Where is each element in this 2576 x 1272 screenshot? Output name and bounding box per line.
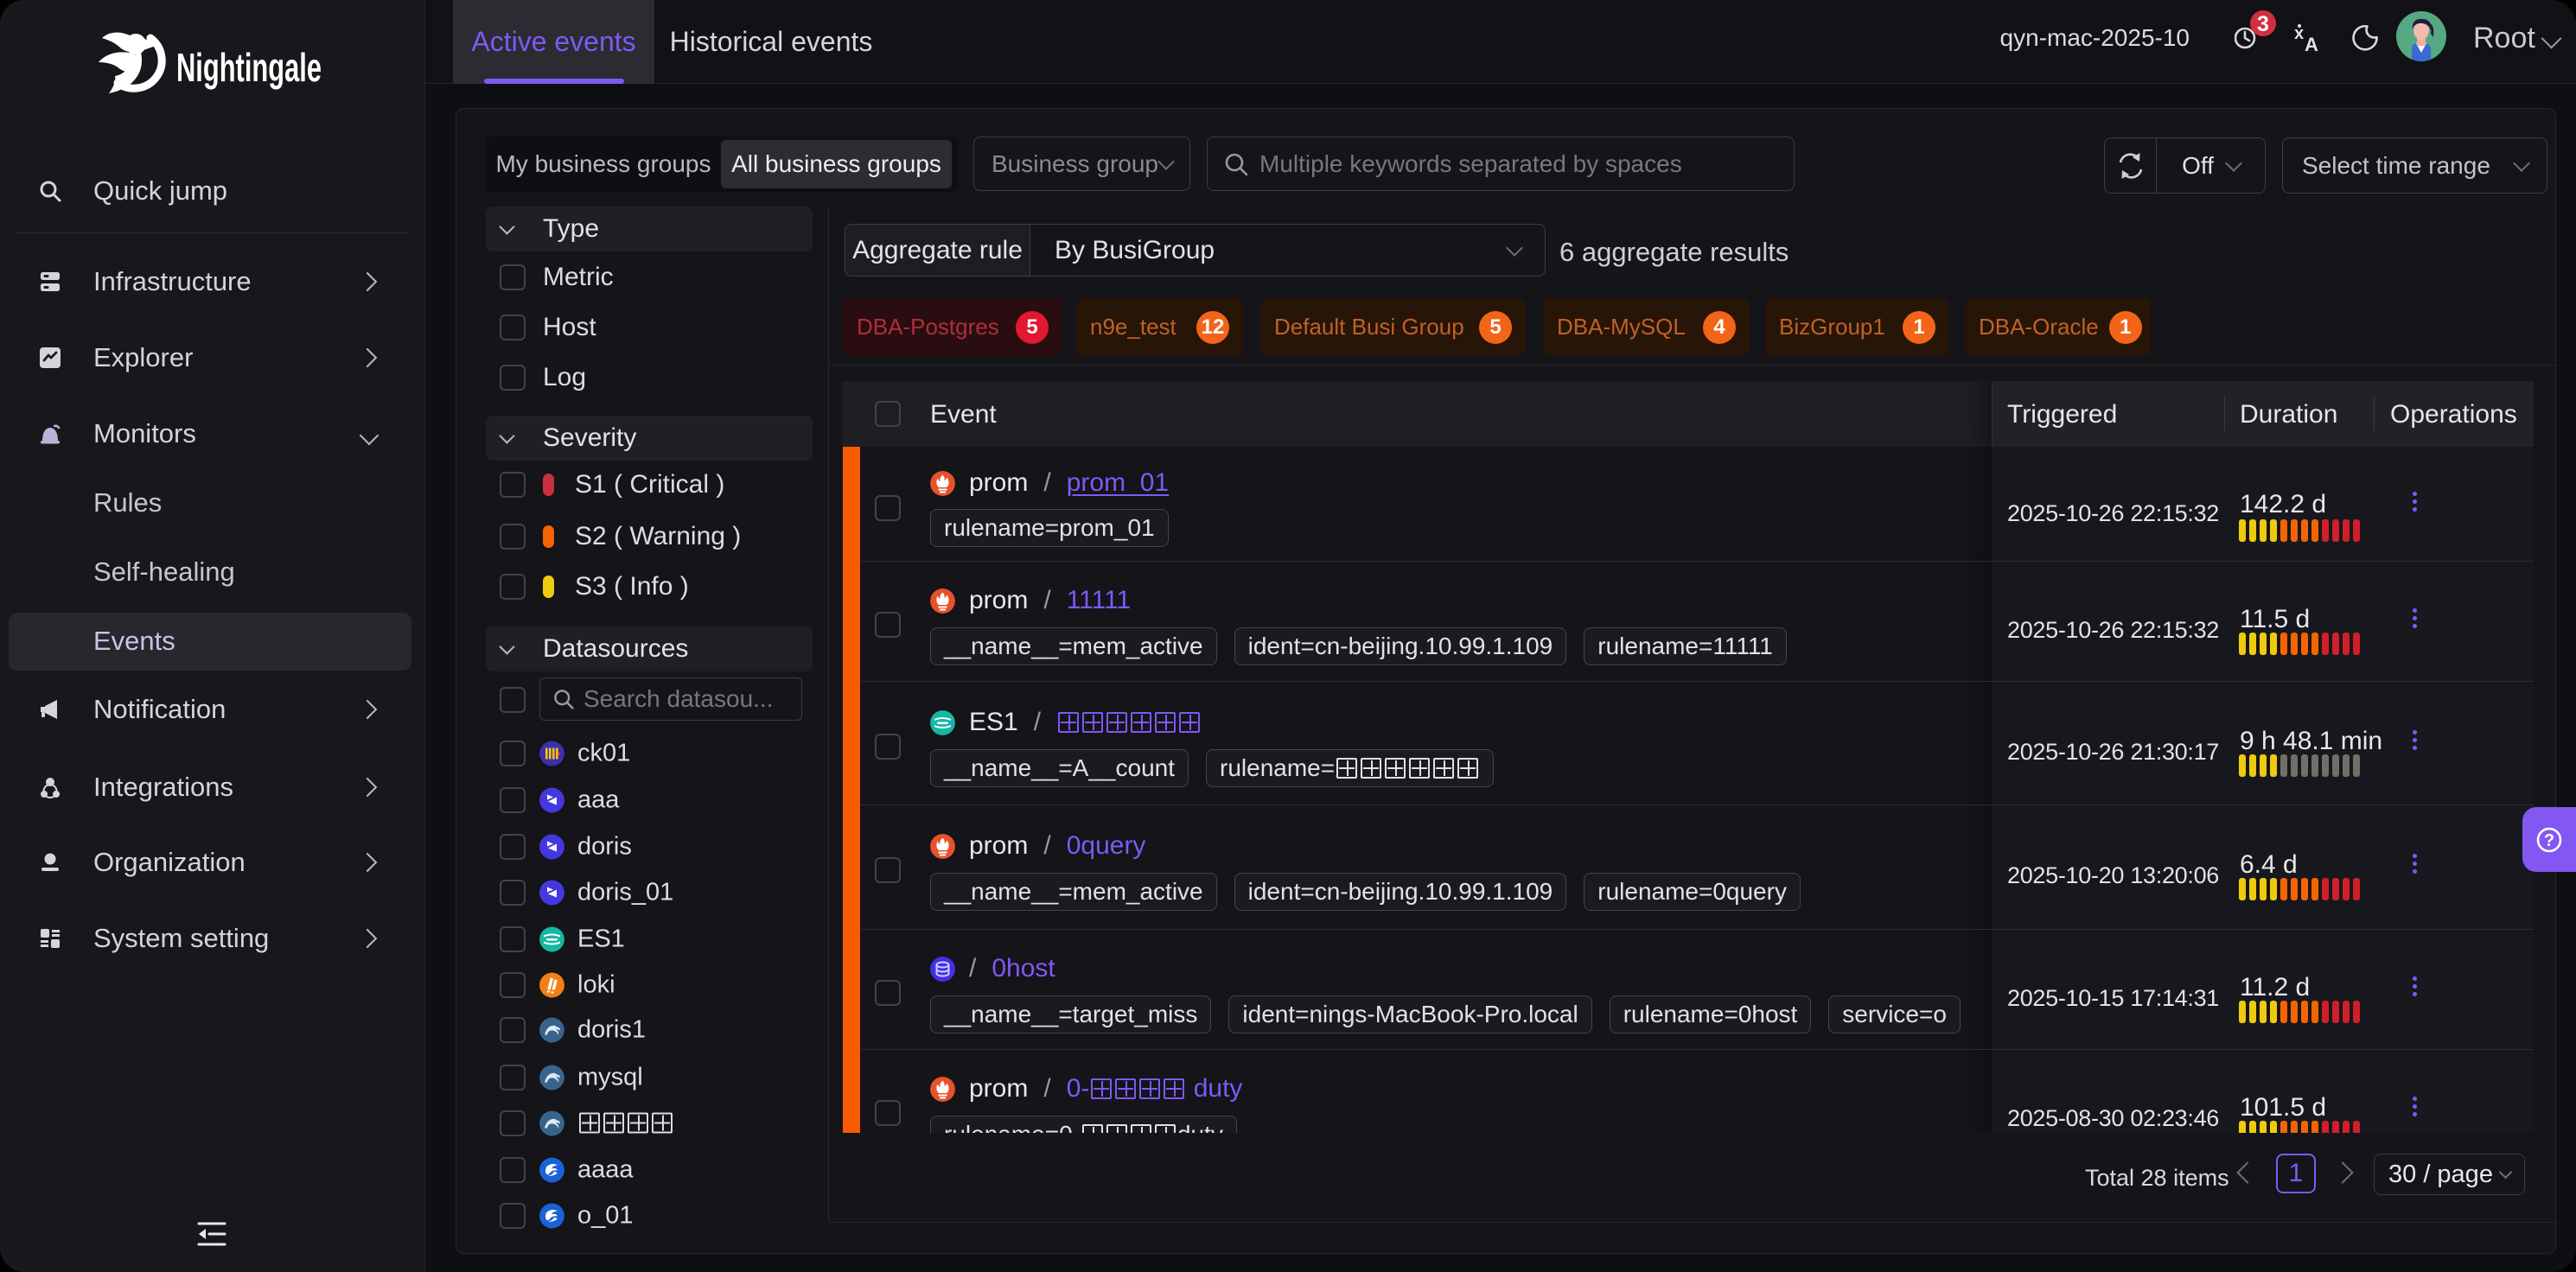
- svg-text:3: 3: [2257, 12, 2269, 36]
- svg-text:?: ?: [2544, 831, 2554, 850]
- svg-text:A: A: [2305, 34, 2318, 53]
- svg-text:Nightingale: Nightingale: [176, 45, 322, 90]
